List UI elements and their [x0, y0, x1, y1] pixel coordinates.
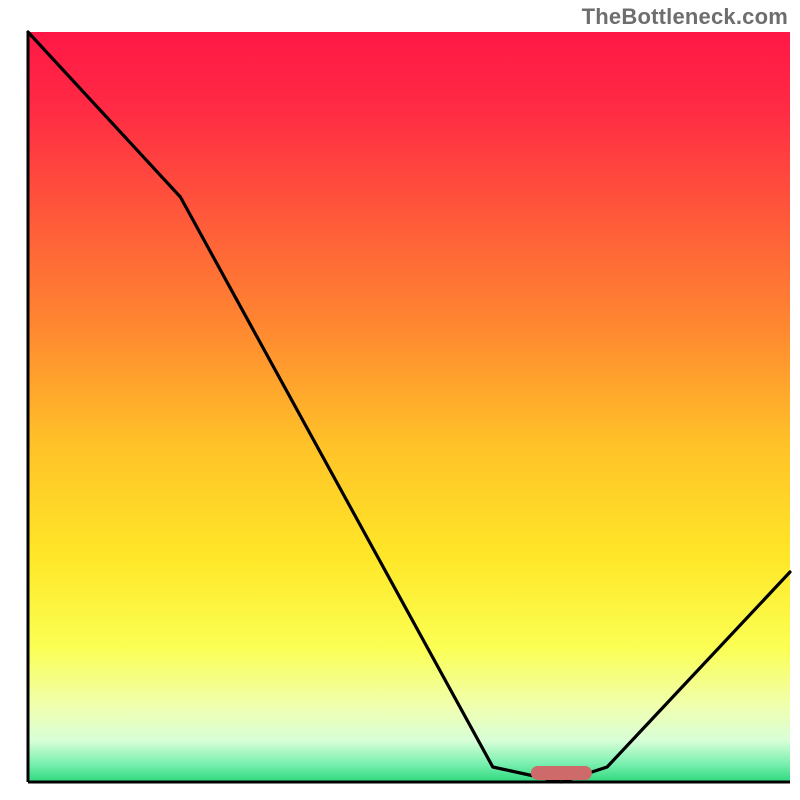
chart-container: TheBottleneck.com: [0, 0, 800, 800]
optimal-marker: [531, 766, 592, 780]
bottleneck-chart: [0, 0, 800, 800]
plot-background: [28, 32, 790, 782]
